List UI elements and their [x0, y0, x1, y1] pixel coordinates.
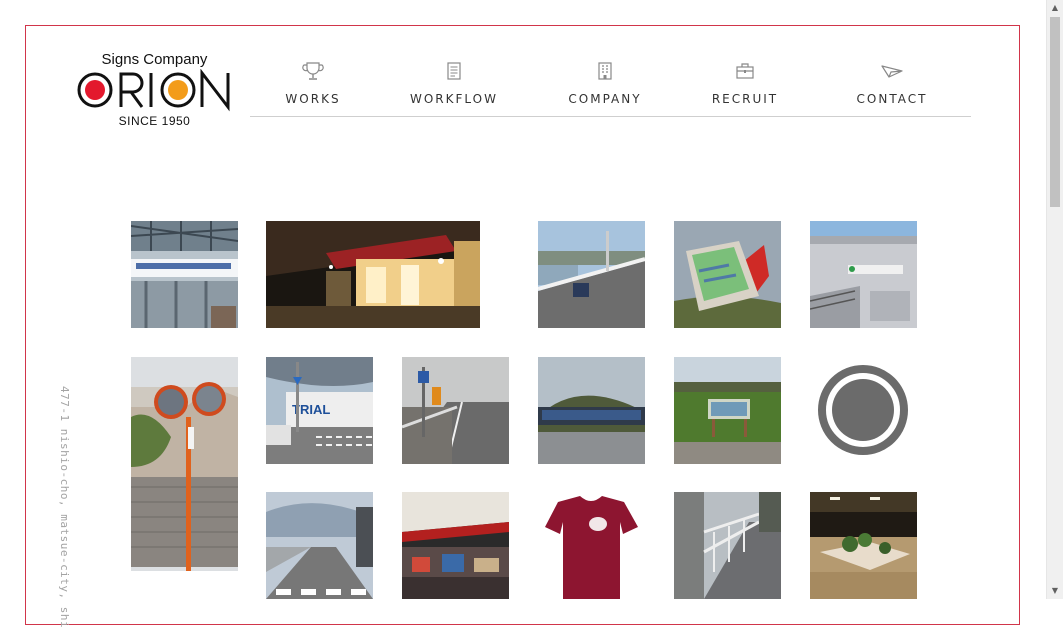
nav-label-contact: CONTACT	[856, 92, 928, 106]
gallery-photo-indoor-display[interactable]	[810, 492, 917, 599]
night-storefront-image	[266, 221, 480, 328]
nav-company[interactable]: COMPANY	[545, 58, 665, 107]
field-sign-image	[674, 357, 781, 464]
gallery-photo-convex-mirror[interactable]	[131, 357, 238, 571]
indoor-display-image	[810, 492, 917, 599]
gallery-photo-building-entrance[interactable]	[131, 221, 238, 328]
loading-spinner	[810, 357, 917, 464]
gallery-photo-red-tshirt[interactable]	[538, 492, 645, 599]
monument-sign-image	[674, 221, 781, 328]
gallery-photo-coastal-guardrail[interactable]	[538, 221, 645, 328]
facility-building-image	[810, 221, 917, 328]
market-tent-image	[402, 492, 509, 599]
company-address: 477-1 nishio-cho, matsue-city, shi	[58, 386, 71, 628]
loading-ring-icon	[818, 365, 908, 455]
trial-store-image: TRIAL	[266, 357, 373, 464]
building-icon	[598, 62, 612, 80]
gallery-photo-sidewalk-railing[interactable]	[674, 492, 781, 599]
road-crosswalk-image	[266, 492, 373, 599]
bridge-road-sign-image	[402, 357, 509, 464]
main-nav: WORKS WORKFLOW COMPANY RECRUIT CONTACT	[250, 58, 971, 117]
coastal-guardrail-image	[538, 221, 645, 328]
scroll-up-arrow-icon[interactable]: ▲	[1047, 0, 1063, 16]
gallery-photo-bridge-road-sign[interactable]	[402, 357, 509, 464]
trophy-icon	[302, 62, 324, 80]
orion-wordmark	[77, 69, 230, 112]
park-entrance-sign-image	[538, 357, 645, 464]
gallery-photo-monument-sign[interactable]	[674, 221, 781, 328]
scroll-down-arrow-icon[interactable]: ▼	[1047, 583, 1063, 599]
nav-recruit[interactable]: RECRUIT	[685, 58, 805, 107]
logo-tagline: Signs Company	[101, 51, 208, 68]
gallery-photo-field-sign[interactable]	[674, 357, 781, 464]
nav-contact[interactable]: CONTACT	[832, 58, 952, 107]
gallery-photo-night-storefront[interactable]	[266, 221, 480, 328]
nav-workflow[interactable]: WORKFLOW	[394, 58, 514, 107]
gallery-photo-park-entrance-sign[interactable]	[538, 357, 645, 464]
vertical-scrollbar[interactable]: ▲ ▼	[1046, 0, 1063, 599]
red-tshirt-image	[538, 492, 645, 599]
nav-label-works: WORKS	[285, 92, 341, 106]
nav-label-recruit: RECRUIT	[711, 92, 779, 106]
scroll-thumb[interactable]	[1050, 17, 1060, 207]
building-entrance-image	[131, 221, 238, 328]
gallery-photo-market-tent[interactable]	[402, 492, 509, 599]
nav-label-workflow: WORKFLOW	[410, 92, 498, 106]
logo[interactable]: Signs Company SINCE 1950	[72, 48, 237, 130]
logo-since: SINCE 1950	[118, 114, 191, 128]
gallery-photo-trial-store[interactable]: TRIAL	[266, 357, 373, 464]
convex-mirror-image	[131, 357, 238, 571]
document-icon	[447, 62, 461, 80]
sidewalk-railing-image	[674, 492, 781, 599]
gallery-photo-facility-building[interactable]	[810, 221, 917, 328]
gallery-photo-road-crosswalk[interactable]	[266, 492, 373, 599]
nav-works[interactable]: WORKS	[253, 58, 373, 107]
paper-plane-icon	[881, 65, 903, 78]
nav-label-company: COMPANY	[568, 92, 642, 106]
briefcase-icon	[736, 63, 754, 79]
